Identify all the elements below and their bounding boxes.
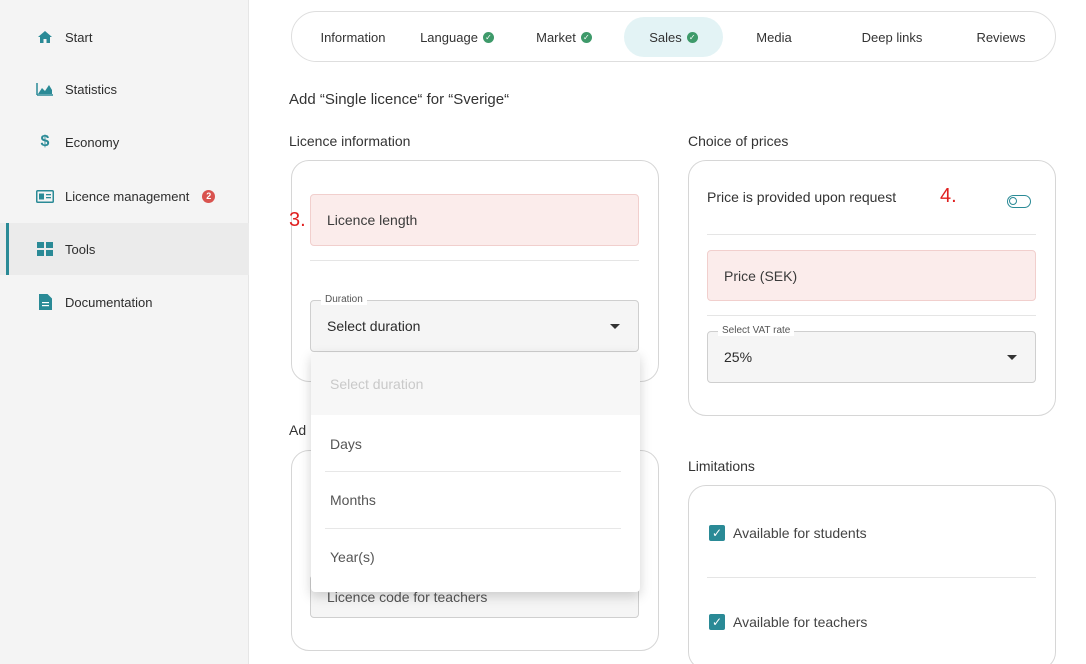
- divider: [310, 260, 639, 261]
- sidebar: Start Statistics $ Economy Licence manag…: [0, 0, 249, 664]
- divider: [707, 234, 1036, 235]
- section-label-licence-information: Licence information: [289, 133, 411, 149]
- tab-deep-links[interactable]: Deep links: [849, 17, 935, 57]
- id-card-icon: [36, 188, 54, 204]
- tab-label: Market: [536, 29, 576, 45]
- tab-market[interactable]: Market ✓: [524, 17, 604, 57]
- page-title: Add “Single licence“ for “Sverige“: [289, 91, 510, 108]
- grid-icon: [36, 241, 54, 257]
- sidebar-item-label: Start: [65, 29, 93, 45]
- home-icon: [36, 29, 54, 45]
- document-icon: [36, 294, 54, 310]
- vat-rate-select[interactable]: Select VAT rate 25%: [707, 325, 1036, 383]
- check-circle-icon: ✓: [580, 31, 592, 43]
- caret-down-icon: [1007, 355, 1017, 360]
- price-on-request-label: Price is provided upon request: [707, 189, 897, 205]
- chart-icon: [36, 81, 54, 97]
- dropdown-option-years[interactable]: Year(s): [311, 529, 640, 585]
- toggle-knob: [1009, 197, 1017, 205]
- limitations-card: [688, 485, 1056, 664]
- tab-label: Sales: [649, 29, 682, 45]
- tab-information[interactable]: Information: [304, 17, 402, 57]
- available-for-students-label: Available for students: [733, 525, 867, 541]
- duration-select[interactable]: Duration Select duration: [310, 294, 639, 352]
- licence-length-field[interactable]: Licence length: [310, 194, 639, 246]
- divider: [707, 315, 1036, 316]
- available-for-students-checkbox[interactable]: ✓: [709, 525, 725, 541]
- sidebar-item-licence-management[interactable]: Licence management 2: [0, 170, 249, 222]
- dollar-icon: $: [40, 133, 50, 150]
- sidebar-item-tools[interactable]: Tools: [0, 223, 249, 275]
- price-on-request-toggle[interactable]: [1007, 195, 1031, 208]
- sidebar-item-label: Documentation: [65, 294, 153, 310]
- step-annotation-3: 3.: [289, 209, 306, 231]
- available-for-teachers-checkbox[interactable]: ✓: [709, 614, 725, 630]
- sidebar-item-start[interactable]: Start: [0, 11, 249, 63]
- tab-label: Language: [420, 29, 478, 45]
- sidebar-item-label: Licence management: [65, 188, 190, 204]
- duration-dropdown-menu: Select duration Days Months Year(s): [311, 353, 640, 592]
- sidebar-item-economy[interactable]: $ Economy: [0, 116, 249, 168]
- duration-value: Select duration: [327, 318, 421, 334]
- sidebar-item-label: Statistics: [65, 81, 118, 97]
- vat-rate-value: 25%: [724, 349, 753, 365]
- divider: [707, 577, 1036, 578]
- section-label-choice-of-prices: Choice of prices: [688, 133, 789, 149]
- check-circle-icon: ✓: [686, 31, 698, 43]
- dropdown-option-placeholder: Select duration: [311, 353, 640, 415]
- section-label-partial: Ad: [289, 422, 307, 438]
- available-for-teachers-row: ✓ Available for teachers: [709, 614, 867, 630]
- duration-label: Duration: [321, 294, 367, 305]
- notification-badge: 2: [202, 189, 216, 203]
- section-label-limitations: Limitations: [688, 458, 755, 474]
- tab-label: Reviews: [976, 29, 1026, 45]
- sidebar-item-statistics[interactable]: Statistics: [0, 63, 249, 115]
- dropdown-option-months[interactable]: Months: [311, 472, 640, 528]
- step-annotation-4: 4.: [940, 185, 957, 207]
- tab-language[interactable]: Language ✓: [412, 17, 502, 57]
- check-circle-icon: ✓: [482, 31, 494, 43]
- available-for-teachers-label: Available for teachers: [733, 614, 868, 630]
- vat-rate-label: Select VAT rate: [718, 325, 795, 336]
- tab-sales[interactable]: Sales ✓: [624, 17, 723, 57]
- caret-down-icon: [610, 324, 620, 329]
- tab-media[interactable]: Media: [742, 17, 806, 57]
- sidebar-item-label: Economy: [65, 134, 120, 150]
- sidebar-item-documentation[interactable]: Documentation: [0, 276, 249, 328]
- sidebar-item-label: Tools: [65, 241, 96, 257]
- tab-label: Deep links: [861, 29, 923, 45]
- dropdown-option-days[interactable]: Days: [311, 416, 640, 472]
- price-field[interactable]: Price (SEK): [707, 250, 1036, 301]
- tab-label: Media: [756, 29, 792, 45]
- wizard-tabs: Information Language ✓ Market ✓ Sales ✓ …: [291, 11, 1056, 62]
- tab-reviews[interactable]: Reviews: [964, 17, 1038, 57]
- available-for-students-row: ✓ Available for students: [709, 525, 867, 541]
- tab-label: Information: [320, 29, 386, 45]
